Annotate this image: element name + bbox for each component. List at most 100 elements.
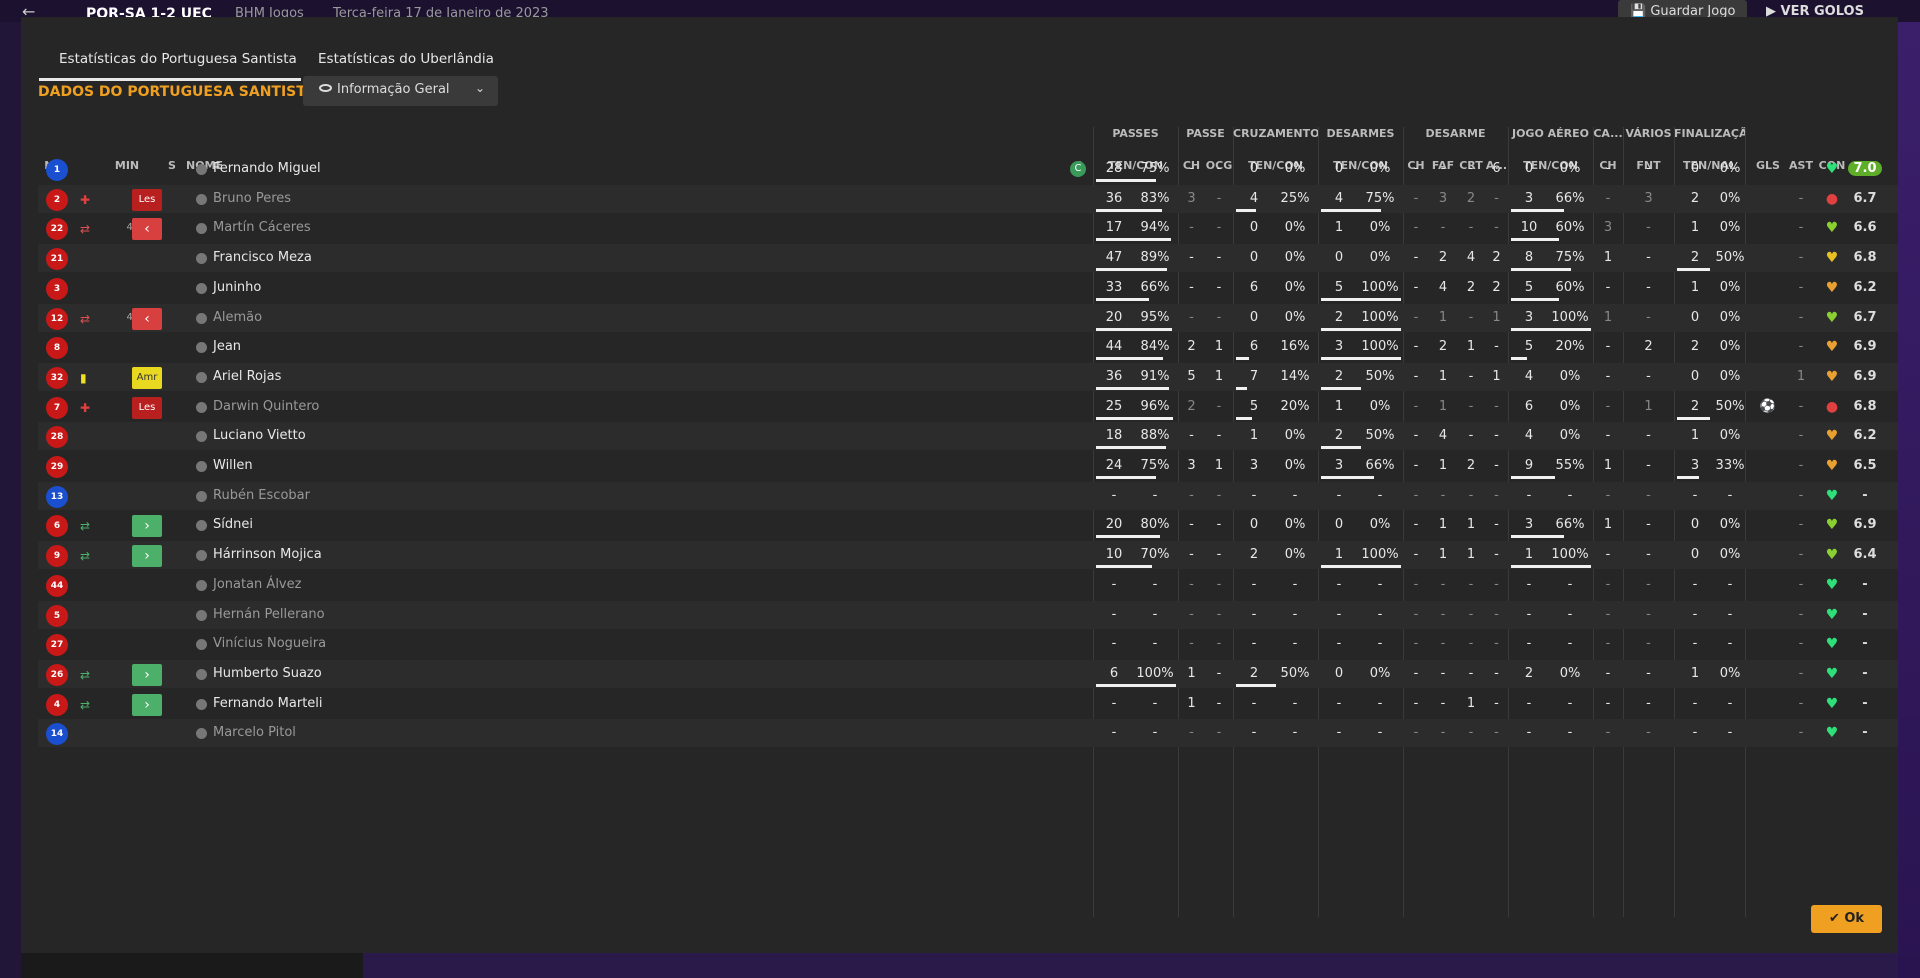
- person-icon: [196, 371, 207, 383]
- tackles-a: -: [1494, 636, 1499, 652]
- player-name[interactable]: Fernando Marteli: [213, 696, 323, 711]
- passes-bar: [1096, 476, 1156, 479]
- headers-won: 100%: [1551, 547, 1589, 563]
- player-stats-table: PASSES PASSE CRUZAMENTOS DESARMES DESARME JOG…: [38, 112, 1898, 917]
- headers-won: 60%: [1555, 220, 1585, 236]
- passes-bar: [1096, 565, 1152, 569]
- fouls: -: [1646, 220, 1651, 236]
- tackles-bar: [1321, 297, 1401, 301]
- table-row[interactable]: 2✚90LesBruno Peres3683%3-425%475%-32-366…: [38, 184, 1898, 213]
- table-row[interactable]: 22⇄45+3‹Martín Cáceres1794%--00%10%----1…: [38, 214, 1898, 242]
- table-row[interactable]: 28 Luciano Vietto 18 88% - - 1 0% 2 50% - 4 - - 4 0% - - 1…: [38, 422, 1898, 451]
- table-row[interactable]: 21 Francisco Meza 47 89% - -0 0% 0 0% -2 4 2 8 75% 1-2…: [38, 244, 1898, 273]
- table-row[interactable]: 29 Willen 24 75% 3 1 3 0% 3 66% - 1 2 - 9 55% 1 - 3 33% - ♥ 6.…: [38, 452, 1898, 480]
- player-name[interactable]: Hárrinson Mojica: [213, 547, 322, 562]
- crosses-attempted: 4: [1249, 190, 1259, 206]
- player-name[interactable]: Hernán Pellerano: [213, 607, 325, 622]
- player-name[interactable]: Martín Cáceres: [213, 220, 311, 235]
- headers-won: -: [1567, 695, 1573, 711]
- player-name[interactable]: Luciano Vietto: [213, 428, 306, 443]
- headers-attempted: -: [1526, 636, 1532, 652]
- shots-on-target: 0%: [1719, 517, 1741, 533]
- player-name[interactable]: Marcelo Pitol: [213, 725, 296, 740]
- crosses-attempted: 0: [1249, 250, 1259, 266]
- table-row[interactable]: 3 Juninho 33 66% - -6 0% 5 100% -4 2 2 5 60% - -1 0% - ♥ 6.…: [38, 274, 1898, 302]
- table-row[interactable]: 9⇄45›Hárrinson Mojica1070%--20%1100%-11-…: [38, 541, 1898, 570]
- team-title: DADOS DO PORTUGUESA SANTISTA: [38, 84, 316, 100]
- ok-button[interactable]: ✔ Ok: [1811, 905, 1882, 933]
- condition-heart-icon: ♥: [1825, 547, 1839, 564]
- passes-completed: -: [1152, 487, 1158, 503]
- tackles-a: -: [1494, 458, 1499, 473]
- tackles-completed: 0%: [1369, 517, 1391, 533]
- tackles-completed: 50%: [1365, 428, 1395, 444]
- player-name[interactable]: Ariel Rojas: [213, 369, 281, 384]
- fouls: 1: [1644, 398, 1653, 414]
- table-row[interactable]: 7✚77LesDarwin Quintero2596%2-520%10%-1--…: [38, 393, 1898, 421]
- passes-completed: 66%: [1140, 279, 1170, 295]
- player-name[interactable]: Rubén Escobar: [213, 488, 310, 503]
- passes-bar: [1096, 327, 1172, 331]
- view-dropdown-value: Informação Geral: [337, 82, 450, 97]
- tab-home-team[interactable]: Estatísticas do Portuguesa Santista: [39, 41, 301, 81]
- headers-won: 0%: [1559, 428, 1581, 444]
- passes-bar: [1096, 179, 1156, 182]
- table-row[interactable]: 14 Marcelo Pitol - - - - - - - - - - - - - - - - - - - ♥ -: [38, 719, 1898, 748]
- table-row[interactable]: 8 Jean 44 84% 2 1 6 16% 3 100% -2 1-5 20% -2 2 0% - ♥ 6.9: [38, 333, 1898, 361]
- headers-attempted: 4: [1524, 428, 1534, 444]
- tackles-key: -: [1413, 576, 1419, 592]
- table-row[interactable]: 26⇄77›Humberto Suazo6100%1-250%00%----20…: [38, 659, 1898, 688]
- crosses-bar: [1236, 357, 1249, 361]
- table-row[interactable]: 1 Fernando Miguel C 28 75% - - 0 0% 0 0% - - - 6 0 0% - - 0…: [38, 155, 1898, 183]
- ca-ch: 1: [1603, 517, 1613, 533]
- table-row[interactable]: 12⇄45+3‹Alemão2095%--00%2100%-1-13100%1-…: [38, 303, 1898, 332]
- table-row[interactable]: 4⇄90›Fernando Marteli--1-------1--------…: [38, 690, 1898, 718]
- headers-won: 20%: [1555, 339, 1585, 355]
- table-row[interactable]: 44 Jonatan Álvez - - - - - - - - - - - - - - - - - - - ♥ -: [38, 571, 1898, 599]
- tackles-completed: 100%: [1361, 279, 1399, 295]
- shots: 0: [1690, 309, 1700, 325]
- table-row[interactable]: 6⇄45›Sídnei2080%--00%00%-11-366%1-00%-♥6…: [38, 511, 1898, 539]
- player-name[interactable]: Willen: [213, 458, 253, 473]
- player-name[interactable]: Alemão: [213, 310, 262, 325]
- assists: -: [1798, 161, 1804, 176]
- ca-ch: -: [1605, 190, 1611, 206]
- player-rating: 6.8: [1853, 398, 1877, 414]
- tackles-bar: [1321, 357, 1401, 361]
- tackles-completed: -: [1377, 606, 1383, 622]
- table-row[interactable]: 5 Hernán Pellerano - - - - - - - - - - - - - - - - - - - ♥ -: [38, 600, 1898, 629]
- tab-away-team[interactable]: Estatísticas do Uberlândia: [318, 41, 494, 81]
- passes-bar: [1096, 268, 1168, 272]
- player-name[interactable]: Humberto Suazo: [213, 666, 322, 681]
- assists: -: [1798, 665, 1804, 681]
- player-name[interactable]: Juninho: [213, 280, 261, 295]
- player-name[interactable]: Bruno Peres: [213, 191, 291, 206]
- person-icon: [196, 461, 207, 472]
- player-name[interactable]: Vinícius Nogueira: [213, 636, 326, 651]
- player-name[interactable]: Jonatan Álvez: [213, 577, 301, 592]
- player-name[interactable]: Darwin Quintero: [213, 399, 319, 414]
- player-name[interactable]: Fernando Miguel: [213, 161, 321, 176]
- table-row[interactable]: 27 Vinícius Nogueira - - - - - - - - - - - - - - - - - - - ♥ -: [38, 630, 1898, 658]
- chances-created: -: [1216, 279, 1222, 295]
- assists: -: [1798, 458, 1804, 473]
- table-row[interactable]: 32▮60AmrAriel Rojas3691%51714%250%-1-140…: [38, 362, 1898, 391]
- headers-won: 55%: [1555, 458, 1585, 473]
- shots-on-target: 0%: [1719, 368, 1741, 384]
- crosses-attempted: 6: [1249, 339, 1259, 355]
- tackles-key: -: [1413, 665, 1419, 681]
- tackles-a: -: [1494, 190, 1499, 206]
- group-header-passes: PASSES: [1112, 127, 1159, 140]
- assists: -: [1798, 398, 1804, 414]
- table-row[interactable]: 13 Rubén Escobar - - - - - - - - - - - - - - - - - - - ♥ -: [38, 481, 1898, 510]
- player-name[interactable]: Jean: [213, 339, 241, 354]
- check-icon: ✔: [1828, 911, 1845, 926]
- right-background-strip: [1898, 22, 1920, 978]
- condition-heart-icon: ♥: [1825, 665, 1839, 682]
- player-rating: 7.0: [1848, 161, 1882, 176]
- player-name[interactable]: Sídnei: [213, 517, 253, 532]
- assists: -: [1798, 190, 1804, 206]
- view-dropdown[interactable]: Informação Geral ⌄: [303, 76, 498, 106]
- key-passes: -: [1189, 161, 1194, 176]
- player-name[interactable]: Francisco Meza: [213, 250, 312, 265]
